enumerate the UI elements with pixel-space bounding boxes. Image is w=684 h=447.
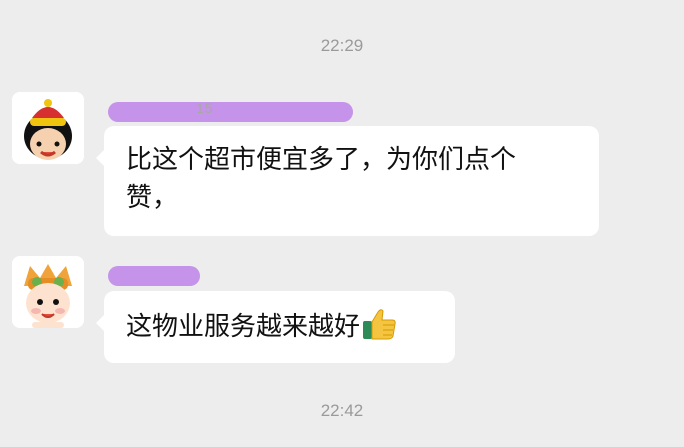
redaction-mark bbox=[108, 266, 200, 286]
avatar-sender-2[interactable] bbox=[12, 256, 84, 328]
redaction-mark bbox=[108, 102, 353, 122]
message-text: 这物业服务越来越好 bbox=[126, 312, 361, 342]
message-bubble-1[interactable]: 比这个超市便宜多了，为你们点个 赞， bbox=[96, 126, 599, 236]
thumbs-up-icon bbox=[363, 309, 396, 340]
timestamp-top: 22:29 bbox=[320, 36, 364, 55]
message-text-line-1: 比这个超市便宜多了，为你们点个 bbox=[126, 145, 517, 175]
avatar-sender-1[interactable] bbox=[12, 92, 84, 164]
message-bubble-2[interactable]: 这物业服务越来越好 bbox=[96, 291, 455, 363]
cartoon-boy-with-hat-icon bbox=[12, 92, 84, 164]
message-text-line-2: 赞， bbox=[126, 183, 179, 213]
sender-name-1: 15 bbox=[108, 98, 353, 122]
sender-name-visible-fragment: 15 bbox=[196, 100, 214, 116]
cartoon-baby-with-tiger-hat-icon bbox=[12, 256, 84, 328]
sender-name-2 bbox=[108, 262, 203, 286]
timestamp-bottom: 22:42 bbox=[320, 401, 364, 420]
